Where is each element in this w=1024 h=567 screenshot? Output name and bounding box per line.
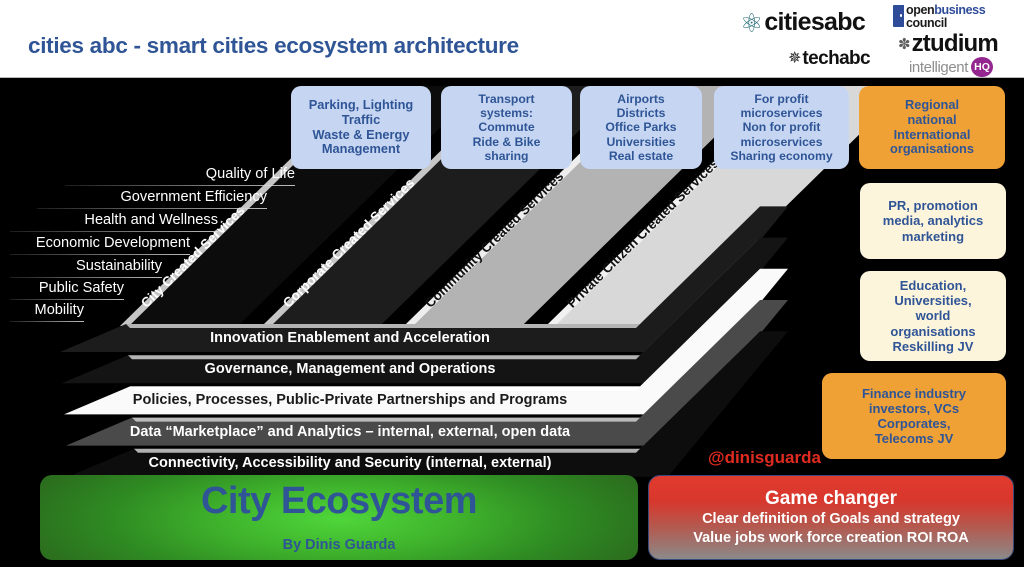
top-box-airports[interactable]: Airports Districts Office Parks Universitie… <box>580 86 702 169</box>
top-box-parking[interactable]: Parking, Lighting Traffic Waste & Energy Ma… <box>291 86 431 169</box>
top-box-organisations[interactable]: Regional national International organisatio… <box>859 86 1005 169</box>
sun-icon: ✵ <box>788 50 802 67</box>
game-changer-title: Game changer <box>765 488 897 510</box>
gear-icon: ⚛ <box>740 7 764 38</box>
game-changer-panel: Game changer Clear definition of Goals a… <box>648 475 1014 560</box>
city-ecosystem-title: City Ecosystem <box>200 480 478 522</box>
outcome-label-4: Sustainability <box>76 258 162 274</box>
outcome-label-3: Economic Development <box>35 235 190 251</box>
page-header: cities abc - smart cities ecosystem arch… <box>0 0 1024 78</box>
logo-techabc-label: techabc <box>802 48 871 69</box>
game-changer-line-2: Value jobs work force creation ROI ROA <box>693 529 969 546</box>
outcome-label-2: Health and Wellness <box>84 212 218 228</box>
logo-citiesabc-label: citiesabc <box>764 8 866 36</box>
right-box-finance[interactable]: Finance industry investors, VCs Corporates… <box>822 373 1006 459</box>
door-icon <box>893 5 904 27</box>
obc-council-label: council <box>906 15 947 30</box>
page-title: cities abc - smart cities ecosystem arch… <box>28 33 519 58</box>
layer-bar-label-governance: Governance, Management and Operations <box>204 361 496 378</box>
layer-bar-label-data: Data “Marketplace” and Analytics – inter… <box>129 423 571 440</box>
outcome-rule-1 <box>37 208 267 209</box>
top-box-microservices[interactable]: For profit microservices Non for profit mic… <box>714 86 849 169</box>
city-ecosystem-panel: City Ecosystem By Dinis Guarda <box>40 475 638 560</box>
logo-citiesabc: ⚛ citiesabc <box>740 7 866 38</box>
outcome-rule-5 <box>10 299 124 300</box>
right-box-label-pr: PR, promotion media, analytics marketing <box>882 198 984 244</box>
top-box-label-transport: Transport systems: Commute Ride & Bike shari… <box>472 92 541 163</box>
logo-intelligent-label: intelligent <box>909 58 968 76</box>
logo-ztudium-label: ztudium <box>911 30 999 57</box>
logo-intelligenthq: intelligent HQ <box>909 57 993 77</box>
obc-open-label: open <box>906 3 935 17</box>
right-box-pr[interactable]: PR, promotion media, analytics marketing <box>860 183 1006 259</box>
outcome-rule-6 <box>10 321 84 322</box>
outcome-label-0: Quality of Life <box>205 166 295 182</box>
hq-badge: HQ <box>970 57 993 77</box>
author-handle: @dinisguarda <box>708 448 821 467</box>
outcome-label-5: Public Safety <box>38 280 124 296</box>
right-box-label-education: Education, Universities, world organisation… <box>890 278 976 354</box>
layer-bar-label-innovation: Innovation Enablement and Acceleration <box>210 330 490 346</box>
top-box-label-airports: Airports Districts Office Parks Universitie… <box>605 92 677 163</box>
logo-techabc: ✵ techabc <box>788 48 871 70</box>
layer-bar-label-policies: Policies, Processes, Public-Private Part… <box>132 392 568 409</box>
top-box-transport[interactable]: Transport systems: Commute Ride & Bike shari… <box>441 86 572 169</box>
outcome-rule-4 <box>10 277 162 278</box>
diagram-root: cities abc - smart cities ecosystem arch… <box>0 0 1024 567</box>
logo-open-business-council: openbusiness council <box>893 3 986 30</box>
game-changer-line-1: Clear definition of Goals and strategy <box>702 511 960 528</box>
top-box-label-organisations: Regional national International organisatio… <box>890 96 974 157</box>
diagram-canvas: City Created Services Corporate Created S… <box>0 78 1024 567</box>
obc-business-label: business <box>934 3 986 17</box>
logo-ztudium: ✽ ztudium <box>898 30 999 58</box>
outcome-rule-0 <box>65 185 295 186</box>
outcome-label-1: Government Efficiency <box>120 189 267 205</box>
right-box-education[interactable]: Education, Universities, world organisation… <box>860 271 1006 361</box>
outcome-rule-3 <box>10 254 190 255</box>
sparkle-icon: ✽ <box>898 35 911 53</box>
right-box-label-finance: Finance industry investors, VCs Corporates… <box>861 385 967 447</box>
outcome-label-6: Mobility <box>34 302 84 318</box>
top-box-label-microservices: For profit microservices Non for profit mic… <box>730 92 833 163</box>
city-ecosystem-subtitle: By Dinis Guarda <box>282 537 396 553</box>
layer-bar-label-connectivity: Connectivity, Accessibility and Security… <box>148 454 552 471</box>
top-box-label-parking: Parking, Lighting Traffic Waste & Energy Ma… <box>308 96 414 157</box>
outcome-rule-2 <box>10 231 218 232</box>
